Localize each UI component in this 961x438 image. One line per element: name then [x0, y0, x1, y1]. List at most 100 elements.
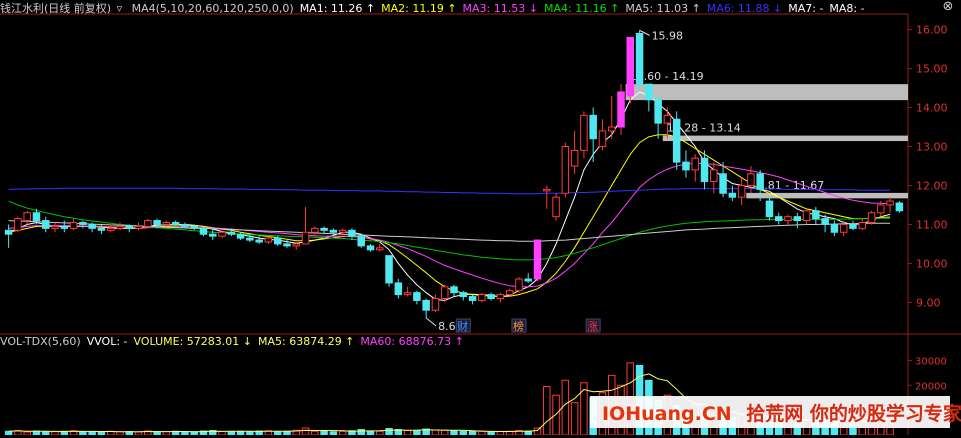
y-tick-label: 16.00: [916, 24, 948, 37]
dropdown-icon[interactable]: ▿: [117, 2, 123, 15]
candle: [283, 243, 291, 247]
volume-bar: [301, 427, 310, 436]
candle: [227, 231, 236, 235]
candle: [88, 223, 96, 229]
candle: [23, 212, 31, 222]
low-pointer: [425, 317, 437, 327]
candle: [320, 227, 328, 231]
candle: [450, 286, 458, 294]
candle: [552, 196, 560, 218]
candle: [821, 218, 829, 225]
legend-item: VVOL: -: [86, 335, 128, 348]
volume-bar: [561, 379, 570, 436]
ma-line-ma4: [8, 200, 891, 261]
volume-bar: [450, 430, 458, 436]
legend-item: MA1: 11.26 ↑: [299, 2, 376, 15]
volume-bar: [496, 431, 505, 436]
volume-bar: [320, 431, 328, 436]
y-tick-label: 10.00: [916, 257, 948, 270]
high-label: 15.98: [652, 29, 684, 42]
candle: [756, 173, 764, 190]
candle: [199, 227, 208, 235]
volume-bar: [311, 430, 319, 436]
candle: [598, 130, 607, 148]
price-legend: 钱江水利(日线 前复权) ▿ MA4(5,10,20,60,120,250,0,…: [0, 0, 871, 16]
stock-chart: 16.00 15.00 14.00 13.00 12.00 11.00 10.00 9.00 3…: [0, 13, 961, 436]
legend-item: MA4(5,10,20,60,120,250,0,0): [131, 2, 294, 15]
candle: [106, 227, 115, 231]
candle: [209, 233, 217, 237]
candle: [236, 233, 245, 239]
candle: [496, 294, 505, 300]
event-marker: 榜: [513, 319, 524, 333]
volume-bar: [246, 431, 254, 436]
candle: [728, 192, 737, 198]
volume-bar: [459, 430, 468, 436]
candle: [654, 99, 662, 124]
candle: [162, 222, 171, 225]
volume-bar: [4, 430, 13, 436]
candle: [385, 255, 393, 284]
y-tick-label: 9.00: [916, 296, 941, 309]
y-tick-label: 30000: [915, 356, 947, 367]
resistance-zone: [625, 84, 908, 101]
candle: [700, 157, 709, 183]
candle: [301, 231, 310, 245]
volume-bar: [273, 431, 282, 436]
candle: [543, 188, 551, 192]
legend-item: MA6: 11.88 ↓: [706, 2, 783, 15]
volume-bar: [385, 428, 393, 436]
volume-bar: [42, 431, 50, 436]
close-icon[interactable]: ⊗: [941, 0, 955, 14]
candle: [255, 239, 263, 243]
volume-bar: [338, 430, 347, 436]
volume-bar: [403, 430, 412, 436]
volume-bar: [580, 382, 588, 436]
candle: [292, 243, 301, 247]
candle: [338, 229, 347, 233]
candle: [570, 149, 579, 167]
candle: [877, 204, 885, 214]
legend-item: MA2: 11.19 ↑: [381, 2, 457, 15]
candle: [830, 223, 839, 233]
event-marker: 财: [457, 319, 468, 333]
candle: [468, 296, 477, 301]
candle: [171, 222, 180, 225]
watermark-text: IOHuang.CN 拾荒网 你的炒股学习专家: [602, 399, 961, 426]
candle: [478, 294, 486, 301]
candle: [42, 220, 50, 229]
candle: [617, 91, 625, 128]
y-tick-label: 11.00: [916, 218, 948, 231]
volume-bar: [552, 394, 560, 436]
legend-item: MA4: 11.16 ↑: [543, 2, 620, 15]
candle: [682, 161, 690, 171]
legend-item: MA5: 63874.29 ↑: [257, 335, 355, 348]
candle: [348, 229, 356, 237]
y-tick-label: 13.00: [916, 141, 948, 154]
legend-item: MA8: -: [829, 2, 865, 15]
volume-bar: [283, 430, 291, 436]
candle: [422, 299, 430, 311]
candle: [793, 216, 802, 222]
candle: [505, 290, 514, 296]
candle: [134, 225, 143, 229]
volume-bar: [366, 430, 375, 436]
candle: [886, 200, 894, 206]
candle: [144, 220, 152, 227]
candle: [672, 118, 681, 163]
legend-item: MA3: 11.53 ↓: [462, 2, 538, 15]
candle: [357, 235, 365, 247]
volume-bar: [468, 431, 477, 436]
candle: [190, 225, 198, 229]
y-tick-label: 12.00: [916, 179, 948, 192]
candle: [812, 210, 820, 220]
volume-bar: [533, 427, 542, 436]
candle: [487, 294, 495, 300]
candle: [802, 210, 811, 222]
candle: [459, 292, 468, 298]
volume-legend: VOL-TDX(5,60) VVOL: - VOLUME: 57283.01 ↓ MA…: [0, 335, 470, 348]
candle: [431, 298, 440, 311]
y-tick-label: 20000: [915, 381, 947, 392]
volume-bar: [431, 429, 440, 436]
volume-bar: [440, 429, 449, 436]
